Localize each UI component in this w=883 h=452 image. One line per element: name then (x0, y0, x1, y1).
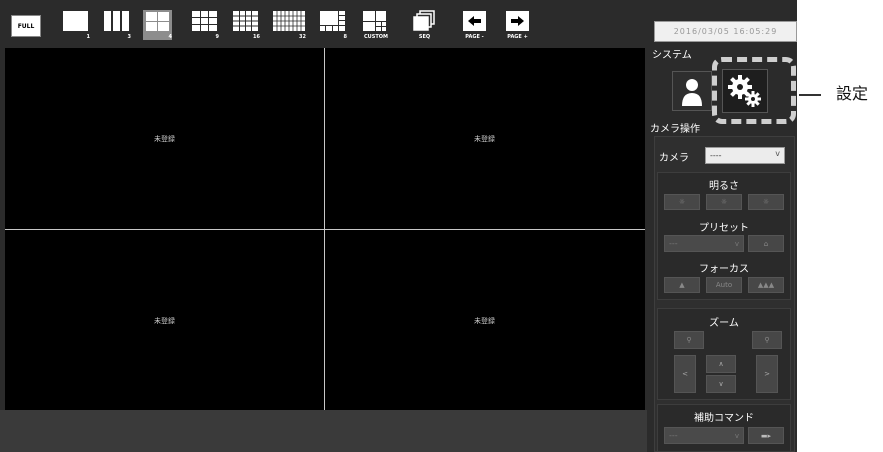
layout-custom-button[interactable]: CUSTOM (360, 10, 392, 40)
pan-right-button[interactable]: > (756, 355, 778, 393)
zoom-group: ズーム ⚲ ⚲ < ∧ ∨ > (657, 308, 791, 400)
focus-auto-button[interactable]: Auto (706, 277, 742, 293)
camera-cell[interactable]: 未登録 (325, 230, 644, 411)
cell-status-label: 未登録 (154, 134, 175, 143)
zoom-in-button[interactable]: ⚲ (752, 331, 782, 349)
layout-4-button[interactable]: 4 (143, 10, 172, 40)
camera-label: カメラ (659, 153, 689, 164)
focus-far-button[interactable]: ▲▲▲ (748, 277, 784, 293)
layout-9-button[interactable]: 9 (190, 10, 219, 40)
chevron-down-icon: v (734, 239, 739, 248)
layout-3-icon (104, 11, 129, 31)
tilt-up-button[interactable]: ∧ (706, 355, 736, 373)
camera-select[interactable]: ---- v (705, 147, 785, 164)
brightness-down-button[interactable]: ☼ (664, 194, 700, 210)
sun-icon: ☼ (762, 198, 770, 206)
zoom-in-icon: ⚲ (764, 336, 770, 344)
system-section-title: システム (652, 50, 692, 61)
aux-execute-button[interactable]: ▬▸ (748, 427, 784, 444)
chevron-up-icon: ∧ (718, 360, 724, 368)
layout-8-icon (320, 11, 345, 31)
grid-divider (5, 229, 645, 230)
brightness-up-button[interactable]: ☼ (748, 194, 784, 210)
pan-left-button[interactable]: < (674, 355, 696, 393)
camera-cell[interactable]: 未登録 (5, 230, 324, 411)
aux-command-title: 補助コマンド (694, 413, 754, 424)
layout-1-icon (63, 11, 88, 31)
layout-1-button[interactable]: 1 (61, 10, 90, 40)
camera-cell[interactable]: 未登録 (5, 48, 324, 229)
sequence-icon (413, 10, 435, 31)
sun-icon: ☼ (720, 198, 728, 206)
focus-far-icon: ▲▲▲ (757, 281, 775, 289)
preset-select[interactable]: --- v (664, 235, 744, 252)
aux-command-select[interactable]: --- v (664, 427, 744, 444)
arrow-right-icon (506, 11, 529, 31)
chevron-down-icon: ∨ (718, 380, 724, 388)
focus-near-button[interactable]: ▲ (664, 277, 700, 293)
sun-icon: ☼ (678, 198, 686, 206)
layout-32-button[interactable]: 32 (272, 10, 306, 40)
focus-near-icon: ▲ (679, 281, 685, 289)
camera-cell[interactable]: 未登録 (325, 48, 644, 229)
camera-ops-title: カメラ操作 (650, 124, 700, 135)
clock-display: 2016/03/05 16:05:29 (654, 21, 797, 42)
aux-command-group: 補助コマンド --- v ▬▸ (657, 404, 791, 452)
chevron-left-icon: < (682, 370, 688, 378)
status-bar (0, 410, 647, 452)
user-button[interactable] (672, 71, 712, 111)
brightness-title: 明るさ (709, 181, 739, 192)
layout-custom-icon (363, 11, 386, 31)
full-screen-button[interactable]: FULL (11, 15, 41, 37)
cell-status-label: 未登録 (474, 134, 495, 143)
cell-status-label: 未登録 (154, 316, 175, 325)
layout-32-icon (273, 11, 305, 31)
chevron-down-icon: v (775, 149, 780, 158)
brightness-reset-button[interactable]: ☼ (706, 194, 742, 210)
arrow-left-icon (463, 11, 486, 31)
page-prev-button[interactable]: PAGE - (460, 10, 489, 40)
execute-icon: ▬▸ (760, 431, 772, 440)
preset-title: プリセット (699, 223, 749, 234)
chevron-right-icon: > (764, 370, 770, 378)
chevron-down-icon: v (734, 431, 739, 440)
callout-label: 設定 (836, 84, 869, 103)
layout-4-icon (146, 12, 169, 31)
layout-16-button[interactable]: 16 (231, 10, 260, 40)
zoom-out-icon: ⚲ (686, 336, 692, 344)
home-icon: ⌂ (763, 239, 769, 248)
layout-9-icon (192, 11, 217, 31)
camera-control-group: 明るさ ☼ ☼ ☼ プリセット --- v ⌂ フォーカス ▲ Auto ▲▲▲ (657, 172, 791, 300)
zoom-out-button[interactable]: ⚲ (674, 331, 704, 349)
zoom-title: ズーム (709, 318, 739, 329)
user-icon (682, 79, 702, 106)
sequence-button[interactable]: SEQ (410, 10, 439, 40)
cell-status-label: 未登録 (474, 316, 495, 325)
layout-16-icon (233, 11, 258, 31)
tilt-down-button[interactable]: ∨ (706, 375, 736, 393)
focus-title: フォーカス (699, 264, 749, 275)
camera-viewer-grid: 未登録 未登録 未登録 未登録 (5, 48, 645, 410)
preset-home-button[interactable]: ⌂ (748, 235, 784, 252)
page-next-button[interactable]: PAGE + (503, 10, 532, 40)
settings-highlight-callout (712, 57, 796, 124)
app-window: FULL 1 3 4 9 16 32 8 CUSTOM SEQ PAGE - P… (0, 0, 797, 452)
callout-leader-line (799, 94, 821, 96)
layout-3-button[interactable]: 3 (102, 10, 131, 40)
layout-8-button[interactable]: 8 (318, 10, 347, 40)
